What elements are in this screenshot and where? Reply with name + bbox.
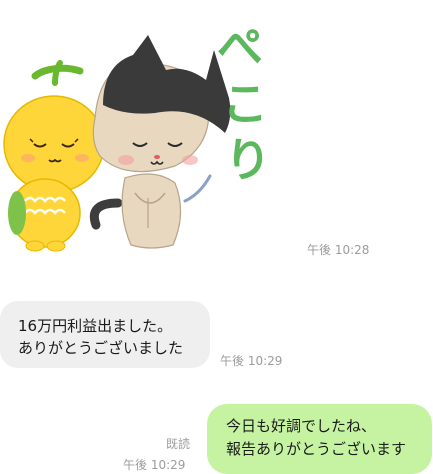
incoming-message-bubble[interactable]: 16万円利益出ました。 ありがとうございました xyxy=(0,301,210,368)
cat-character xyxy=(89,35,231,249)
outgoing-message-timestamp: 午後 10:29 xyxy=(123,458,186,472)
sticker-illustration: ぺ こ り xyxy=(3,20,271,252)
melon-character xyxy=(3,60,105,252)
sticker-timestamp: 午後 10:28 xyxy=(307,243,370,257)
outgoing-message-line-2: 報告ありがとうございます xyxy=(226,440,407,458)
sticker-caption: ぺ こ り xyxy=(217,20,271,187)
sticker-caption-char-1: ぺ xyxy=(217,20,263,74)
bowing-sticker[interactable]: ぺ こ り xyxy=(0,8,300,253)
chat-area: ぺ こ り 午後 10:28 16万円利益出ました。 ありがとうございました 午… xyxy=(0,0,433,474)
outgoing-message-line-1: 今日も好調でしたね、 xyxy=(226,417,377,435)
incoming-message-line-1: 16万円利益出ました。 xyxy=(18,317,173,335)
read-receipt: 既読 xyxy=(166,437,191,451)
incoming-message-timestamp: 午後 10:29 xyxy=(220,354,283,368)
sticker-caption-char-2: こ xyxy=(222,77,268,131)
sticker-caption-char-3: り xyxy=(225,133,271,187)
outgoing-message-bubble[interactable]: 今日も好調でしたね、 報告ありがとうございます xyxy=(207,404,432,474)
incoming-message-line-2: ありがとうございました xyxy=(18,339,184,357)
